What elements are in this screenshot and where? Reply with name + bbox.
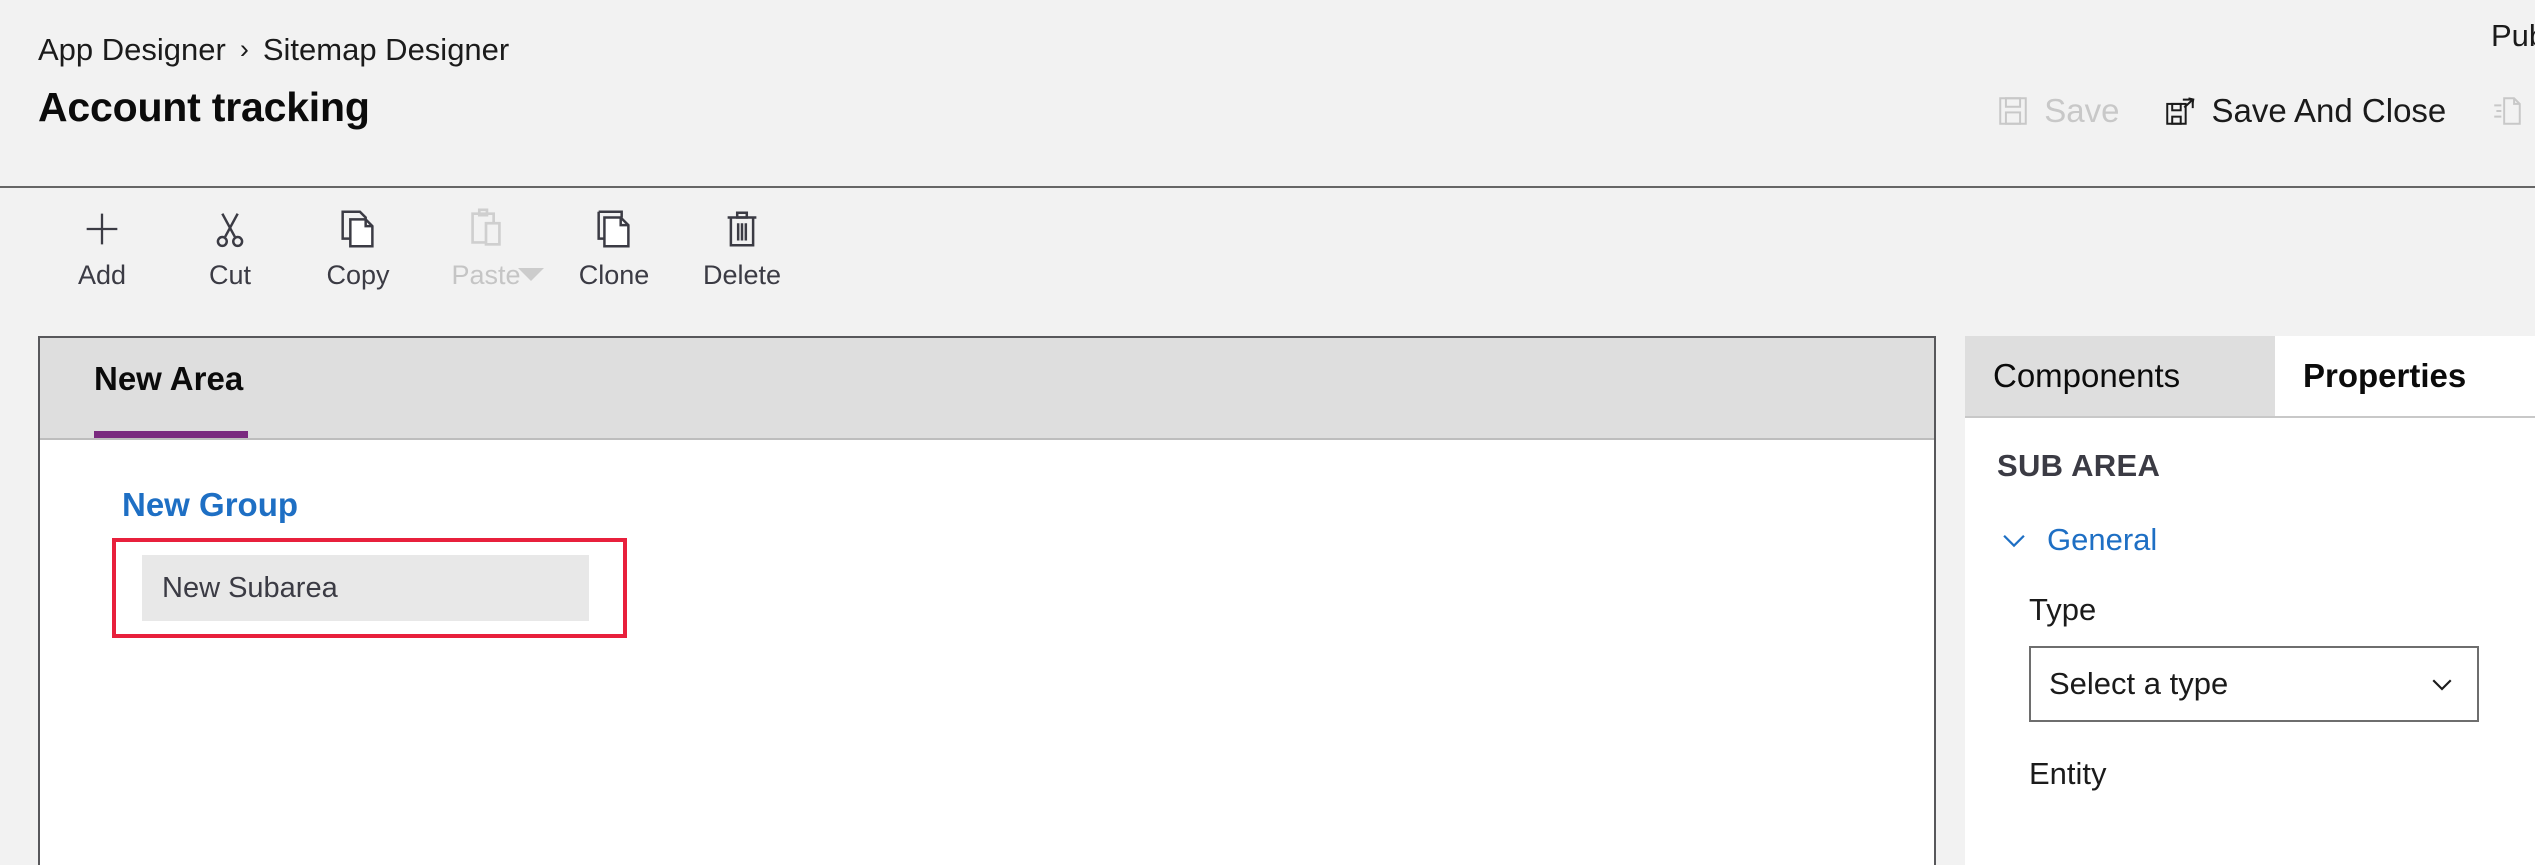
publish-icon [2490,94,2524,128]
add-button-label: Add [77,260,127,290]
breadcrumb-item-sitemap-designer[interactable]: Sitemap Designer [263,32,509,68]
delete-button-label: Delete [702,260,782,290]
sitemap-canvas-body: New Group New Subarea [40,440,1934,638]
paste-button-label: Paste [451,260,521,290]
scissors-icon [207,206,253,252]
save-button[interactable]: Save [1974,86,2141,136]
subarea-item-label: New Subarea [162,571,338,604]
chevron-down-icon [1997,523,2031,557]
delete-button[interactable]: Delete [678,190,806,289]
save-and-close-button-label: Save And Close [2211,92,2447,129]
clipboard-icon [463,206,509,252]
type-select-value: Select a type [2049,666,2229,701]
field-type-label: Type [2029,592,2097,627]
tab-components[interactable]: Components [1965,336,2275,416]
area-tab-strip: New Area [40,338,1934,440]
clone-button-label: Clone [578,260,650,290]
section-general-label: General [2047,522,2158,557]
tab-properties[interactable]: Properties [2275,336,2535,416]
page-title: Account tracking [38,84,370,130]
app-header: App Designer › Sitemap Designer Account … [0,0,2535,188]
panel-body: SUB AREA General Type Select a type Enti… [1965,418,2535,792]
area-tab-new-area[interactable]: New Area [80,338,257,438]
publish-button[interactable]: Pub [2468,86,2535,136]
publish-status-label: Publ [2490,18,2535,53]
tab-components-label: Components [1993,357,2181,394]
copy-button-label: Copy [326,260,390,290]
header-action-group: Save Save And Close [1974,86,2535,136]
section-toggle-general[interactable]: General [1997,522,2157,558]
command-bar: Add Cut Copy Paste Clone Delete [0,190,2535,318]
properties-panel: Components Properties SUB AREA General T… [1965,336,2535,865]
breadcrumb-item-app-designer[interactable]: App Designer [38,32,226,68]
tab-properties-label: Properties [2303,357,2467,394]
chevron-down-icon[interactable] [518,268,544,281]
paste-button[interactable]: Paste [422,190,550,289]
save-button-label: Save [2044,92,2120,129]
area-tab-label: New Area [94,360,244,397]
field-type: Type Select a type [2029,592,2535,722]
add-button[interactable]: Add [38,190,166,289]
save-and-close-button[interactable]: Save And Close [2141,86,2468,136]
area-tab-active-underline [94,431,248,438]
field-entity-label: Entity [2029,756,2107,791]
subarea-item-new-subarea[interactable]: New Subarea [142,555,589,621]
panel-tab-strip: Components Properties [1965,336,2535,418]
clone-icon [591,206,637,252]
type-select[interactable]: Select a type [2029,646,2479,722]
field-entity: Entity [2029,756,2535,792]
clone-button[interactable]: Clone [550,190,678,289]
trash-icon [719,206,765,252]
breadcrumb: App Designer › Sitemap Designer [38,32,509,68]
sitemap-canvas: New Area New Group New Subarea [38,336,1936,865]
group-label-new-group[interactable]: New Group [122,486,1934,524]
copy-button[interactable]: Copy [294,190,422,289]
plus-icon [79,206,125,252]
chevron-down-icon [2427,669,2457,699]
cut-button[interactable]: Cut [166,190,294,289]
copy-icon [335,206,381,252]
panel-heading-sub-area: SUB AREA [1997,448,2161,483]
breadcrumb-separator-icon: › [239,33,249,64]
save-icon [1996,94,2030,128]
save-and-close-icon [2163,94,2197,128]
subarea-selection-outline: New Subarea [112,538,627,638]
cut-button-label: Cut [208,260,252,290]
